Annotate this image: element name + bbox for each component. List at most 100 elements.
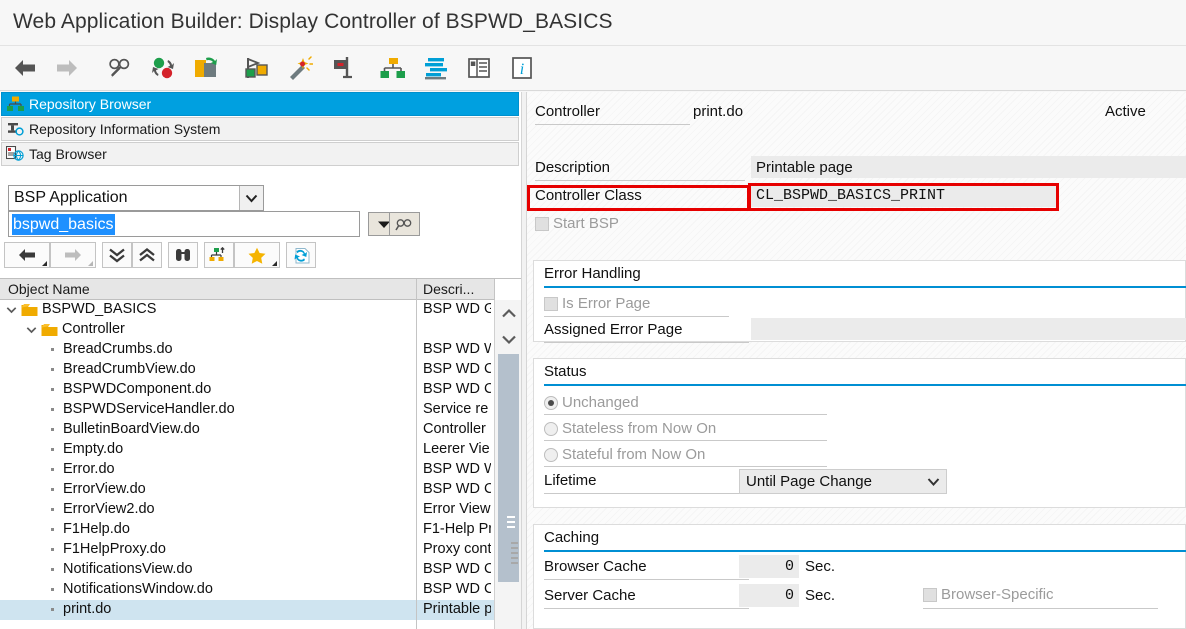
tree-row-label: BSPWDServiceHandler.do <box>63 401 235 417</box>
assigned-error-page-field[interactable] <box>751 318 1186 340</box>
tree-row[interactable]: BSPWDServiceHandler.do Service re <box>0 400 521 420</box>
controller-label-underline <box>535 124 690 125</box>
tree-column-divider-line <box>416 300 417 629</box>
browser-cache-underline <box>544 579 749 580</box>
controller-detail-pane: Controller print.do Active Description P… <box>527 92 1186 629</box>
display-object-button[interactable] <box>389 212 420 236</box>
column-divider[interactable] <box>416 279 417 300</box>
tree-row-description: BSP WD C <box>423 381 491 397</box>
tree-row[interactable]: BSPWD_BASICS BSP WD G <box>0 300 521 320</box>
wizard-wand-icon[interactable] <box>283 52 317 84</box>
tree-column-object-name[interactable]: Object Name <box>8 281 90 297</box>
nav-forward-button <box>50 242 96 268</box>
tree-column-description[interactable]: Descri... <box>423 281 474 297</box>
is-error-page-checkbox[interactable] <box>544 297 558 311</box>
nav-back-button[interactable] <box>4 242 50 268</box>
object-hierarchy-icon[interactable] <box>376 52 410 84</box>
activate-traffic-icon[interactable] <box>146 52 180 84</box>
tree-row[interactable]: Error.do BSP WD W <box>0 460 521 480</box>
tree-row[interactable]: F1HelpProxy.do Proxy cont <box>0 540 521 560</box>
object-name-input[interactable]: bspwd_basics <box>8 211 360 237</box>
tree-leaf-bullet-icon <box>51 568 54 571</box>
lifetime-select[interactable]: Until Page Change <box>739 469 947 494</box>
tree-leaf-bullet-icon <box>51 588 54 591</box>
pane-resize-grip-icon[interactable] <box>511 542 518 568</box>
sidebar-tab-tag-browser[interactable]: Tag Browser <box>1 142 519 166</box>
status-radio-unchanged[interactable] <box>544 396 558 410</box>
browser-cache-field[interactable]: 0 <box>739 555 799 578</box>
tree-row[interactable]: BreadCrumbView.do BSP WD C <box>0 360 521 380</box>
tree-row[interactable]: Controller <box>0 320 521 340</box>
tree-vertical-scrollbar[interactable] <box>494 300 521 629</box>
sidebar-tab-repository-browser[interactable]: Repository Browser <box>1 92 519 116</box>
tree-row-description: BSP WD C <box>423 581 491 597</box>
tree-row[interactable]: NotificationsWindow.do BSP WD C <box>0 580 521 600</box>
status-option-label: Stateless from Now On <box>562 420 717 437</box>
error-handling-rule <box>544 286 1186 288</box>
tree-row[interactable]: print.do Printable p <box>0 600 521 620</box>
test-flag-icon[interactable] <box>326 52 360 84</box>
back-arrow-icon[interactable] <box>8 52 42 84</box>
start-bsp-label: Start BSP <box>553 215 619 232</box>
sidebar-tab-repository-information-system[interactable]: Repository Information System <box>1 117 519 141</box>
start-bsp-checkbox[interactable] <box>535 217 549 231</box>
find-button[interactable] <box>168 242 198 268</box>
server-cache-label: Server Cache <box>544 587 636 604</box>
status-radio-stateful[interactable] <box>544 448 558 462</box>
tree-row-label: BreadCrumbView.do <box>63 361 196 377</box>
description-field[interactable]: Printable page <box>751 156 1186 178</box>
tree-row[interactable]: BSPWDComponent.do BSP WD C <box>0 380 521 400</box>
refresh-button[interactable] <box>286 242 316 268</box>
tree-leaf-bullet-icon <box>51 468 54 471</box>
main-toolbar: i <box>0 46 1186 91</box>
display-list-icon[interactable] <box>462 52 496 84</box>
server-cache-field[interactable]: 0 <box>739 584 799 607</box>
tree-row-description: BSP WD W <box>423 341 491 357</box>
browser-cache-unit: Sec. <box>805 558 836 575</box>
tree-row[interactable]: Empty.do Leerer Vie <box>0 440 521 460</box>
stack-icon[interactable] <box>419 52 453 84</box>
tree-row[interactable]: ErrorView2.do Error View <box>0 500 521 520</box>
object-name-row: bspwd_basics <box>8 211 420 237</box>
display-change-glasses-icon[interactable] <box>103 52 137 84</box>
copy-icon[interactable] <box>189 52 223 84</box>
is-error-page-underline <box>544 316 729 317</box>
object-tree[interactable]: BSPWD_BASICS BSP WD G Controller BreadCrumb… <box>0 300 521 629</box>
tree-row-description: Error View <box>423 501 491 517</box>
controller-class-label-underline <box>535 208 745 209</box>
tree-leaf-bullet-icon <box>51 528 54 531</box>
expand-all-button[interactable] <box>102 242 132 268</box>
tree-row-description: Service re <box>423 401 489 417</box>
tree-row[interactable]: F1Help.do F1-Help Pr <box>0 520 521 540</box>
object-list-button[interactable] <box>204 242 234 268</box>
tree-leaf-bullet-icon <box>51 548 54 551</box>
status-radio-stateless[interactable] <box>544 422 558 436</box>
svg-text:i: i <box>520 61 524 78</box>
tree-row-label: Empty.do <box>63 441 124 457</box>
tree-expand-chevron-icon[interactable] <box>5 304 17 316</box>
dropdown-corner-icon <box>42 261 47 266</box>
scrollbar-grip-icon <box>507 516 515 528</box>
information-icon[interactable]: i <box>505 52 539 84</box>
object-type-select[interactable]: BSP Application <box>8 185 264 211</box>
check-icon[interactable] <box>240 52 274 84</box>
folder-icon <box>21 303 38 317</box>
tree-row[interactable]: BreadCrumbs.do BSP WD W <box>0 340 521 360</box>
tree-row[interactable]: BulletinBoardView.do Controller <box>0 420 521 440</box>
collapse-all-button[interactable] <box>132 242 162 268</box>
status-option-underline <box>544 466 827 467</box>
controller-class-field[interactable]: CL_BSPWD_BASICS_PRINT <box>751 184 1056 207</box>
tree-row[interactable]: ErrorView.do BSP WD C <box>0 480 521 500</box>
browser-specific-checkbox[interactable] <box>923 588 937 602</box>
lifetime-select-value: Until Page Change <box>746 473 872 490</box>
dropdown-corner-icon <box>88 261 93 266</box>
tree-column-header: Object Name Descri... <box>0 278 521 300</box>
tree-leaf-bullet-icon <box>51 368 54 371</box>
scroll-up-icon[interactable] <box>495 300 522 326</box>
tree-expand-chevron-icon[interactable] <box>25 324 37 336</box>
scroll-down-icon[interactable] <box>495 326 522 352</box>
browser-specific-label: Browser-Specific <box>941 586 1054 603</box>
tree-row[interactable]: NotificationsView.do BSP WD C <box>0 560 521 580</box>
favorites-button[interactable] <box>234 242 280 268</box>
is-error-page-label: Is Error Page <box>562 295 651 312</box>
